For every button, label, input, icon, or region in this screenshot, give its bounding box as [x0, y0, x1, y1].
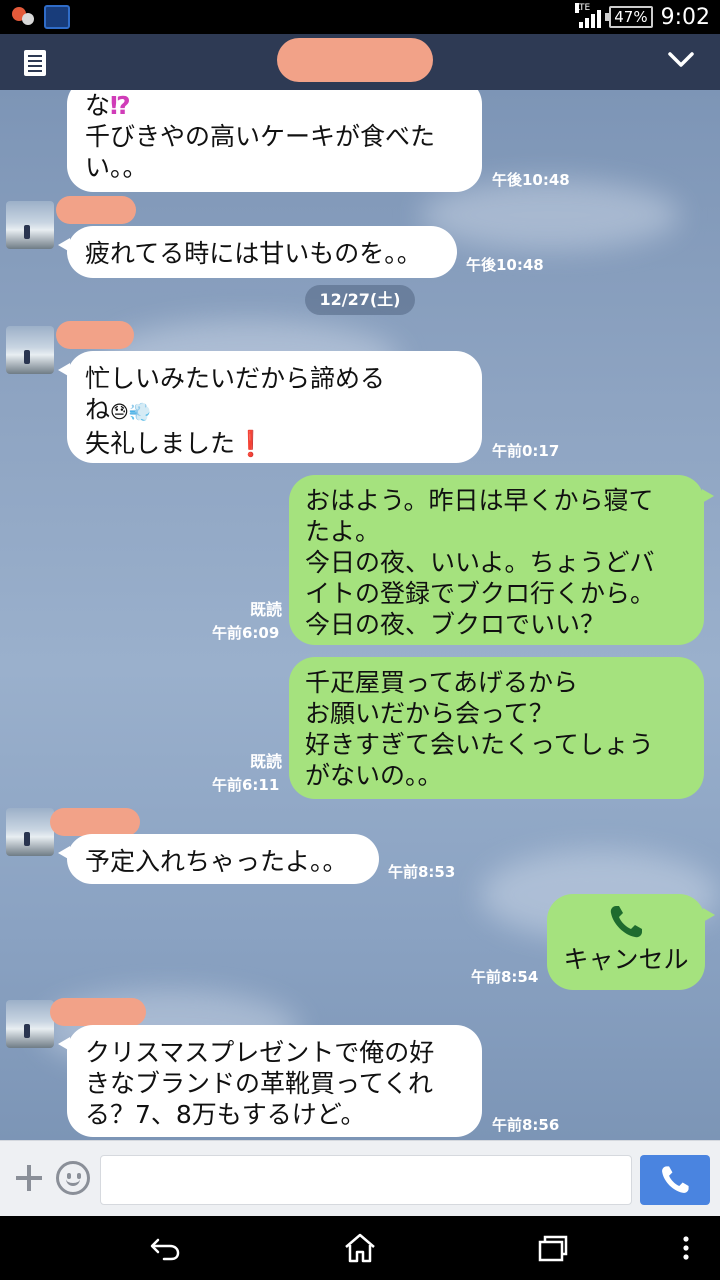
voice-call-button[interactable]: [640, 1155, 710, 1205]
message-time: 午前6:09: [212, 624, 280, 642]
read-receipt: 既読: [249, 752, 282, 771]
message-text: クリスマスプレゼントで俺の好: [85, 1038, 435, 1067]
message-text: お願いだから会って？: [305, 699, 554, 728]
list-icon[interactable]: [24, 50, 46, 76]
exclamation-question-icon: ⁉: [110, 91, 131, 120]
avatar[interactable]: [6, 808, 54, 856]
sender-name-redacted: [50, 808, 140, 836]
message-bubble-outgoing[interactable]: 千疋屋買ってあげるから お願いだから会って？ 好きすぎて会いたくってしょう がな…: [289, 657, 704, 799]
message-text: たよ。: [305, 517, 381, 546]
message-text: な: [85, 91, 111, 120]
sweat-emoji-icon: 😓💨: [110, 402, 152, 423]
message-text: 今日の夜、ブクロでいい？: [305, 610, 606, 639]
back-icon[interactable]: [148, 1232, 182, 1264]
chat-title-redacted: [277, 38, 433, 82]
message-bubble-incoming[interactable]: クリスマスプレゼントで俺の好 きなブランドの革靴買ってくれ る？7、8万もするけ…: [58, 1025, 482, 1137]
message-text: 予定入れちゃったよ。。: [85, 847, 348, 876]
message-bubble-incoming[interactable]: 疲れてる時には甘いものを。。: [58, 226, 457, 278]
keyboard-icon: [44, 5, 70, 29]
smiley-icon[interactable]: [56, 1161, 90, 1195]
message-text: おはよう。昨日は早くから寝て: [305, 486, 654, 515]
message-time: 午後10:48: [492, 171, 570, 189]
phone-icon: [610, 906, 642, 938]
recents-icon[interactable]: [536, 1232, 570, 1264]
message-list[interactable]: な⁉ 千びきやの高いケーキが食べた い。。 午後10:48 疲れてる時には甘いも…: [0, 90, 720, 1140]
message-bubble-incoming[interactable]: な⁉ 千びきやの高いケーキが食べた い。。: [67, 90, 482, 192]
message-time: 午後10:48: [466, 256, 544, 274]
message-text: 疲れてる時には甘いものを。。: [85, 239, 422, 268]
message-time: 午前0:17: [492, 442, 560, 460]
status-bar: LTE 47% 9:02: [0, 0, 720, 34]
message-time: 午前8:56: [492, 1116, 560, 1134]
plus-icon[interactable]: [14, 1163, 44, 1193]
message-text: イトの登録でブクロ行くから。: [305, 579, 656, 608]
message-text: い。。: [85, 153, 148, 182]
battery-indicator: 47%: [605, 6, 653, 28]
network-label: LTE: [575, 3, 591, 13]
message-input-bar: [0, 1140, 720, 1216]
home-icon[interactable]: [343, 1232, 377, 1264]
sender-name-redacted: [50, 998, 146, 1026]
message-text: 失礼しました: [85, 429, 236, 458]
notification-icons: [10, 5, 70, 29]
message-bubble-incoming[interactable]: 忙しいみたいだから諦める ね😓💨 失礼しました❗: [58, 351, 482, 463]
message-bubble-incoming[interactable]: 予定入れちゃったよ。。: [58, 834, 379, 884]
message-text: がないの。。: [305, 761, 443, 790]
avatar[interactable]: [6, 201, 54, 249]
message-time: 午前6:11: [212, 776, 280, 794]
message-text: 今日の夜、いいよ。ちょうどバ: [305, 548, 655, 577]
avatar[interactable]: [6, 326, 54, 374]
message-text: 忙しいみたいだから諦める: [85, 364, 386, 393]
message-input[interactable]: [100, 1155, 632, 1205]
message-text: 好きすぎて会いたくってしょう: [305, 730, 654, 759]
message-text: ね: [85, 395, 111, 424]
call-cancelled-bubble[interactable]: キャンセル: [547, 894, 715, 990]
message-time: 午前8:54: [471, 968, 539, 986]
chevron-down-icon[interactable]: [666, 44, 696, 74]
read-receipt: 既読: [249, 600, 282, 619]
date-divider: 12/27(土): [305, 285, 415, 315]
chat-header: [0, 34, 720, 90]
sender-name-redacted: [56, 196, 136, 224]
message-bubble-outgoing[interactable]: おはよう。昨日は早くから寝て たよ。 今日の夜、いいよ。ちょうどバ イトの登録で…: [289, 475, 714, 645]
phone-icon: [662, 1166, 689, 1193]
sender-name-redacted: [56, 321, 134, 349]
clock: 9:02: [660, 4, 710, 30]
message-text: きなブランドの革靴買ってくれ: [85, 1069, 434, 1098]
call-status-label: キャンセル: [563, 945, 689, 974]
message-time: 午前8:53: [388, 863, 456, 881]
avatar[interactable]: [6, 1000, 54, 1048]
exclamation-icon: ❗: [235, 429, 267, 458]
system-nav-bar: [0, 1216, 720, 1280]
message-text: 千疋屋買ってあげるから: [305, 668, 579, 697]
signal-icon: LTE: [575, 3, 602, 28]
weather-icon: [10, 5, 36, 29]
message-text: る？7、8万もするけど。: [85, 1100, 366, 1129]
overflow-menu-icon[interactable]: [676, 1232, 696, 1264]
message-text: 千びきやの高いケーキが食べた: [85, 122, 436, 151]
